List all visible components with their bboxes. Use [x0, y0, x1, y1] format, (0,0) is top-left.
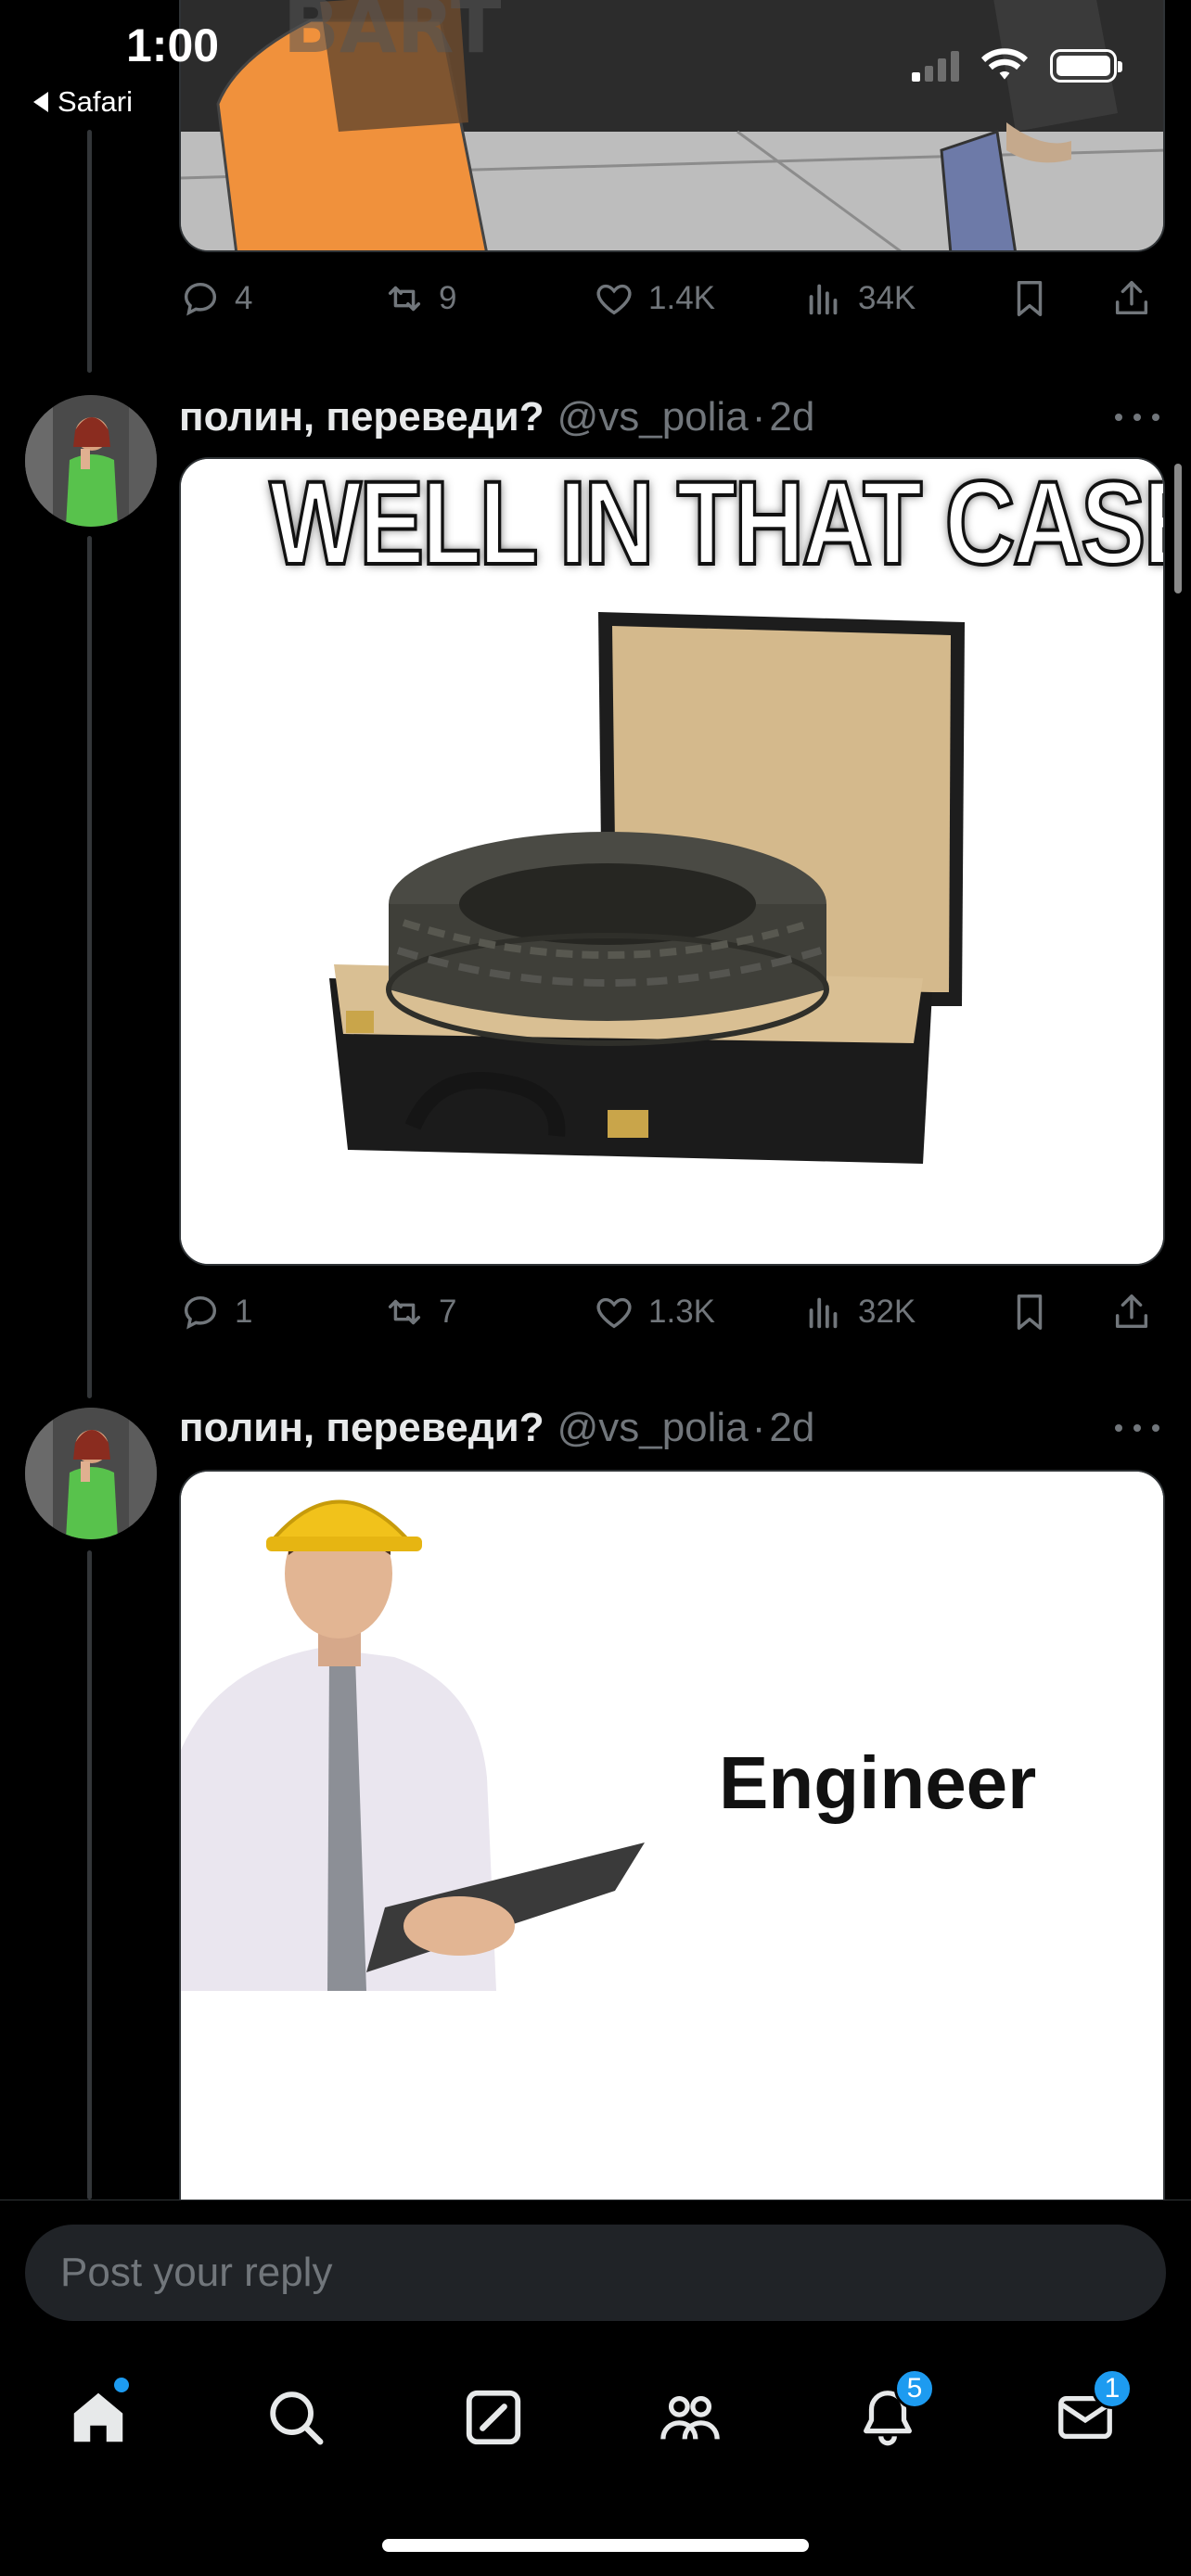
views-button[interactable]: 32K: [802, 1284, 916, 1340]
repost-button[interactable]: 9: [383, 271, 456, 326]
repost-icon: [388, 1299, 421, 1325]
tab-search[interactable]: [254, 2376, 338, 2459]
tweet-header: полин, переведи? @vs_polia · 2d: [179, 1400, 814, 1456]
tab-compose[interactable]: [452, 2376, 535, 2459]
bookmark-icon: [1017, 1294, 1043, 1330]
tweet-actions: 4 9 1.4K 34K: [179, 271, 1165, 326]
more-dot-icon: [1152, 414, 1159, 421]
more-dot-icon: [1152, 1424, 1159, 1432]
tweet-timestamp[interactable]: 2d: [769, 1405, 814, 1451]
clock: 1:00: [126, 19, 220, 71]
share-icon: [1115, 1294, 1148, 1329]
user-handle[interactable]: @vs_polia: [557, 394, 749, 440]
meme-caption: Engineer: [719, 1741, 1037, 1824]
status-bar: 1:00 Safari: [0, 0, 1191, 130]
wifi-icon: [981, 48, 1028, 80]
tweet-timestamp[interactable]: 2d: [769, 394, 814, 440]
reply-count: 4: [235, 280, 253, 316]
display-name[interactable]: полин, переведи?: [179, 394, 544, 440]
views-count: 32K: [858, 1294, 916, 1330]
tab-home[interactable]: [57, 2376, 140, 2459]
views-icon: [809, 1297, 838, 1329]
views-button[interactable]: 34K: [802, 271, 916, 326]
reply-icon: [184, 1295, 217, 1330]
more-options-button[interactable]: [1109, 1409, 1165, 1447]
share-icon: [1115, 281, 1148, 315]
reply-input[interactable]: Post your reply: [25, 2225, 1166, 2321]
heart-icon: [596, 1297, 632, 1329]
tab-notifications[interactable]: 5: [846, 2368, 935, 2459]
home-icon: [73, 2392, 123, 2442]
views-count: 34K: [858, 280, 916, 316]
reply-count: 1: [235, 1294, 253, 1330]
search-icon: [270, 2391, 324, 2445]
bookmark-icon: [1017, 281, 1043, 316]
back-triangle-icon: [33, 92, 48, 112]
tab-communities[interactable]: [648, 2376, 732, 2459]
reply-icon: [184, 282, 217, 316]
repost-count: 9: [439, 280, 457, 316]
more-options-button[interactable]: [1109, 399, 1165, 436]
more-dot-icon: [1133, 1424, 1141, 1432]
display-name[interactable]: полин, переведи?: [179, 1405, 544, 1451]
messages-badge: 1: [1092, 2368, 1133, 2409]
heart-icon: [596, 284, 632, 315]
more-dot-icon: [1115, 414, 1122, 421]
avatar[interactable]: [25, 1408, 157, 1539]
like-count: 1.3K: [648, 1294, 715, 1330]
engineer-meme-image: [181, 1472, 1163, 2200]
repost-icon: [388, 286, 421, 312]
reply-button[interactable]: 4: [179, 271, 252, 326]
timeline-feed: BART 4 9 1.4K 34K полин, переведи? @vs_p…: [0, 0, 1191, 2200]
home-indicator[interactable]: [382, 2539, 809, 2552]
like-count: 1.4K: [648, 280, 715, 316]
more-dot-icon: [1133, 414, 1141, 421]
scroll-indicator[interactable]: [1174, 464, 1182, 593]
user-handle[interactable]: @vs_polia: [557, 1405, 749, 1451]
thread-line: [87, 536, 92, 1398]
tweet-media-engineer-meme[interactable]: Engineer: [179, 1470, 1165, 2200]
reply-button[interactable]: 1: [179, 1284, 252, 1340]
views-icon: [809, 284, 838, 315]
reply-bar: Post your reply: [0, 2200, 1191, 2339]
repost-count: 7: [439, 1294, 457, 1330]
notifications-badge: 5: [894, 2368, 935, 2409]
thread-line: [87, 1550, 92, 2200]
like-button[interactable]: 1.3K: [593, 1284, 715, 1340]
meme-caption: WELL IN THAT CASE: [268, 457, 1165, 592]
tab-messages[interactable]: 1: [1044, 2368, 1133, 2459]
cellular-signal-icon: [912, 50, 959, 82]
like-button[interactable]: 1.4K: [593, 271, 715, 326]
bookmark-button[interactable]: [1008, 1284, 1051, 1340]
separator-dot: ·: [751, 1405, 766, 1450]
avatar[interactable]: [25, 395, 157, 527]
repost-button[interactable]: 7: [383, 1284, 456, 1340]
status-icons: [912, 48, 1122, 83]
back-to-safari-link[interactable]: Safari: [33, 85, 133, 119]
thread-line: [87, 130, 92, 373]
more-dot-icon: [1115, 1424, 1122, 1432]
compose-icon: [466, 2390, 521, 2445]
tweet-header: полин, переведи? @vs_polia · 2d: [179, 389, 814, 445]
share-button[interactable]: [1110, 1284, 1153, 1340]
share-button[interactable]: [1110, 271, 1153, 326]
reply-placeholder: Post your reply: [60, 2250, 333, 2295]
tweet-actions: 1 7 1.3K 32K: [179, 1284, 1165, 1340]
separator-dot: ·: [751, 394, 766, 440]
unread-dot: [114, 2378, 129, 2392]
bottom-tab-bar: 5 1: [0, 2339, 1191, 2576]
bookmark-button[interactable]: [1008, 271, 1051, 326]
communities-icon: [660, 2395, 720, 2440]
tweet-media-briefcase-meme[interactable]: WELL IN THAT CASE: [179, 457, 1165, 1266]
battery-icon: [1050, 49, 1122, 83]
back-app-label: Safari: [58, 85, 133, 118]
